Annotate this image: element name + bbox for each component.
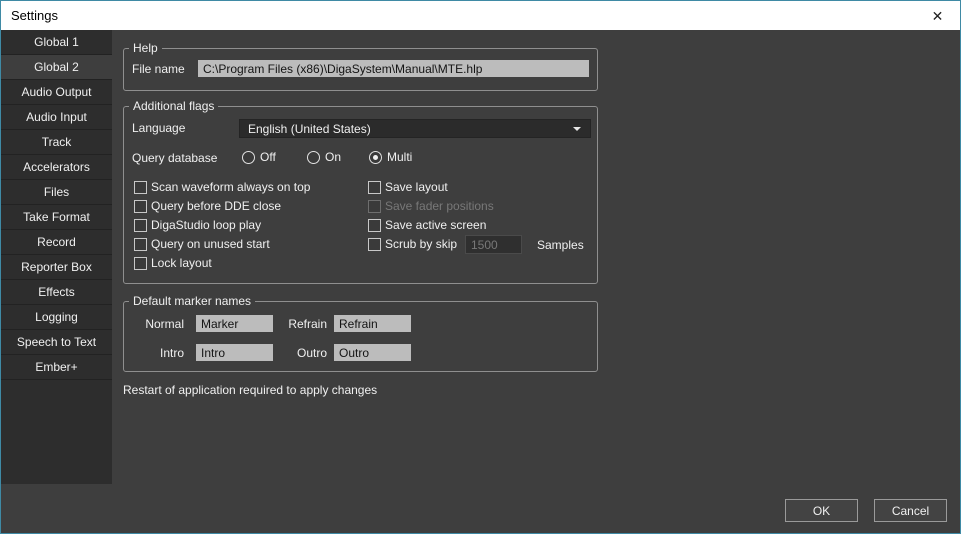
sidebar-item-global-2[interactable]: Global 2: [1, 55, 112, 80]
default-marker-names-group: Default marker names Normal Refrain Intr…: [123, 301, 598, 372]
language-label: Language: [132, 121, 185, 135]
checkbox-icon: [368, 181, 381, 194]
checkbox-label: DigaStudio loop play: [151, 218, 261, 232]
marker-refrain-input[interactable]: [334, 315, 411, 332]
checkbox-save-layout[interactable]: Save layout: [368, 180, 448, 194]
checkbox-label: Save active screen: [385, 218, 486, 232]
radio-label: On: [325, 150, 341, 164]
marker-outro-input[interactable]: [334, 344, 411, 361]
checkbox-query-before-dde-close[interactable]: Query before DDE close: [134, 199, 281, 213]
ok-button[interactable]: OK: [785, 499, 858, 522]
checkbox-lock-layout[interactable]: Lock layout: [134, 256, 212, 270]
radio-query-off[interactable]: Off: [242, 150, 276, 164]
checkbox-label: Save layout: [385, 180, 448, 194]
radio-label: Multi: [387, 150, 412, 164]
checkbox-scrub-by-skip[interactable]: Scrub by skip: [368, 237, 457, 251]
settings-window: Settings ✕ Global 1 Global 2 Audio Outpu…: [0, 0, 961, 534]
help-group: Help File name: [123, 48, 598, 91]
checkbox-icon: [368, 219, 381, 232]
sidebar-item-track[interactable]: Track: [1, 130, 112, 155]
sidebar-item-global-1[interactable]: Global 1: [1, 30, 112, 55]
sidebar-item-record[interactable]: Record: [1, 230, 112, 255]
checkbox-icon: [134, 219, 147, 232]
sidebar-item-ember[interactable]: Ember+: [1, 355, 112, 380]
file-name-input[interactable]: [198, 60, 589, 77]
checkbox-label: Save fader positions: [385, 199, 494, 213]
query-database-label: Query database: [132, 151, 217, 165]
help-group-title: Help: [129, 41, 162, 55]
samples-label: Samples: [537, 238, 584, 252]
restart-note: Restart of application required to apply…: [123, 383, 377, 397]
sidebar-item-accelerators[interactable]: Accelerators: [1, 155, 112, 180]
checkbox-label: Scan waveform always on top: [151, 180, 310, 194]
marker-outro-label: Outro: [280, 346, 327, 360]
marker-group-title: Default marker names: [129, 294, 255, 308]
marker-normal-label: Normal: [132, 317, 184, 331]
radio-selected-icon: [369, 151, 382, 164]
marker-normal-input[interactable]: [196, 315, 273, 332]
radio-circle-icon: [242, 151, 255, 164]
sidebar-item-speech-to-text[interactable]: Speech to Text: [1, 330, 112, 355]
radio-query-multi[interactable]: Multi: [369, 150, 412, 164]
sidebar-item-take-format[interactable]: Take Format: [1, 205, 112, 230]
sidebar-item-files[interactable]: Files: [1, 180, 112, 205]
titlebar: Settings ✕: [1, 1, 960, 30]
sidebar-item-audio-input[interactable]: Audio Input: [1, 105, 112, 130]
checkbox-label: Lock layout: [151, 256, 212, 270]
radio-circle-icon: [307, 151, 320, 164]
sidebar: Global 1 Global 2 Audio Output Audio Inp…: [1, 30, 112, 484]
checkbox-icon: [134, 257, 147, 270]
checkbox-save-fader-positions: Save fader positions: [368, 199, 494, 213]
checkbox-scan-waveform-always-on-top[interactable]: Scan waveform always on top: [134, 180, 310, 194]
additional-flags-title: Additional flags: [129, 99, 218, 113]
sidebar-item-effects[interactable]: Effects: [1, 280, 112, 305]
marker-refrain-label: Refrain: [280, 317, 327, 331]
sidebar-item-logging[interactable]: Logging: [1, 305, 112, 330]
language-selected-value: English (United States): [248, 122, 371, 136]
checkbox-icon: [134, 238, 147, 251]
radio-label: Off: [260, 150, 276, 164]
marker-intro-input[interactable]: [196, 344, 273, 361]
checkbox-digastudio-loop-play[interactable]: DigaStudio loop play: [134, 218, 261, 232]
checkbox-label: Query on unused start: [151, 237, 270, 251]
checkbox-icon: [368, 238, 381, 251]
checkbox-icon: [368, 200, 381, 213]
checkbox-query-on-unused-start[interactable]: Query on unused start: [134, 237, 270, 251]
chevron-down-icon: [573, 127, 581, 131]
checkbox-icon: [134, 181, 147, 194]
window-title: Settings: [11, 8, 58, 23]
sidebar-item-audio-output[interactable]: Audio Output: [1, 80, 112, 105]
checkbox-label: Scrub by skip: [385, 237, 457, 251]
checkbox-label: Query before DDE close: [151, 199, 281, 213]
close-icon: ✕: [932, 9, 944, 23]
file-name-label: File name: [132, 62, 185, 76]
cancel-button[interactable]: Cancel: [874, 499, 947, 522]
sidebar-item-reporter-box[interactable]: Reporter Box: [1, 255, 112, 280]
checkbox-save-active-screen[interactable]: Save active screen: [368, 218, 486, 232]
checkbox-icon: [134, 200, 147, 213]
close-button[interactable]: ✕: [915, 1, 960, 30]
scrub-samples-input: [465, 235, 522, 254]
marker-intro-label: Intro: [132, 346, 184, 360]
additional-flags-group: Additional flags Language English (Unite…: [123, 106, 598, 284]
language-select[interactable]: English (United States): [239, 119, 591, 138]
radio-query-on[interactable]: On: [307, 150, 341, 164]
